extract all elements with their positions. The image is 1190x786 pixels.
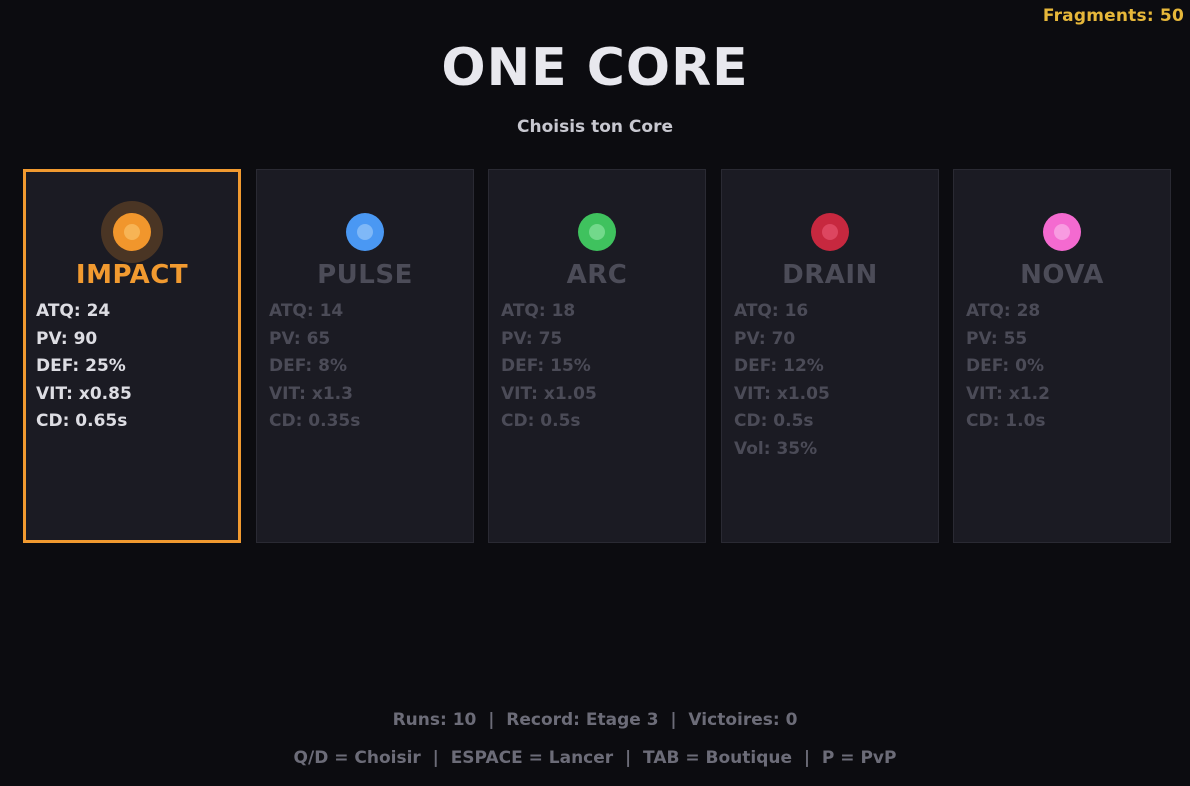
core-stat-line: ATQ: 18 xyxy=(501,301,576,321)
core-name: ARC xyxy=(566,260,628,290)
core-orb-icon xyxy=(1043,213,1081,251)
core-card-nova[interactable]: NOVA ATQ: 28 PV: 55 DEF: 0% VIT: x1.2 CD: 1.0… xyxy=(953,169,1171,543)
core-stat-line: ATQ: 14 xyxy=(269,301,344,321)
core-card-pulse[interactable]: PULSE ATQ: 14 PV: 65 DEF: 8% VIT: x1.3 CD: 0.… xyxy=(256,169,474,543)
core-stat-line: PV: 75 xyxy=(501,328,563,349)
core-stat-line: VIT: x1.2 xyxy=(966,383,1050,404)
core-stat-line: Vol: 35% xyxy=(734,438,818,459)
core-card-impact[interactable]: IMPACT ATQ: 24 PV: 90 DEF: 25% VIT: x0.85 CD:… xyxy=(23,169,241,543)
core-stat-line: DEF: 15% xyxy=(501,356,591,376)
core-stat-line: DEF: 25% xyxy=(36,356,126,376)
controls-help-line: Q/D = Choisir | ESPACE = Lancer | TAB = … xyxy=(293,748,897,768)
core-stat-line: CD: 1.0s xyxy=(966,411,1046,431)
core-stat-line: VIT: x1.05 xyxy=(734,383,830,404)
core-stats-list: ATQ: 16 PV: 70 DEF: 12% VIT: x1.05 CD: 0.5s V… xyxy=(734,298,830,463)
core-stat-line: VIT: x1.05 xyxy=(501,383,597,404)
fragments-counter: Fragments: 50 xyxy=(1042,6,1184,26)
core-stat-line: ATQ: 16 xyxy=(734,301,809,321)
core-stat-line: VIT: x0.85 xyxy=(36,383,132,404)
core-stat-line: CD: 0.5s xyxy=(734,411,814,431)
core-stat-line: CD: 0.5s xyxy=(501,411,581,431)
subtitle: Choisis ton Core xyxy=(517,117,673,137)
core-name: NOVA xyxy=(1020,260,1104,290)
core-stats-list: ATQ: 24 PV: 90 DEF: 25% VIT: x0.85 CD: 0.65s xyxy=(36,298,132,436)
core-card-arc[interactable]: ARC ATQ: 18 PV: 75 DEF: 15% VIT: x1.05 CD: 0.… xyxy=(488,169,706,543)
core-stat-line: PV: 65 xyxy=(269,328,331,349)
core-stats-list: ATQ: 28 PV: 55 DEF: 0% VIT: x1.2 CD: 1.0s xyxy=(966,298,1050,436)
core-orb-center xyxy=(589,224,605,240)
core-stat-line: DEF: 8% xyxy=(269,356,347,376)
core-orb-icon xyxy=(578,213,616,251)
core-cards: IMPACT ATQ: 24 PV: 90 DEF: 25% VIT: x0.85 CD:… xyxy=(23,169,1173,544)
core-stats-list: ATQ: 14 PV: 65 DEF: 8% VIT: x1.3 CD: 0.35s xyxy=(269,298,360,436)
core-stat-line: CD: 0.65s xyxy=(36,411,128,431)
core-stat-line: ATQ: 28 xyxy=(966,301,1041,321)
core-name: IMPACT xyxy=(75,260,189,290)
core-orb-center xyxy=(822,224,838,240)
run-stats-line: Runs: 10 | Record: Etage 3 | Victoires: … xyxy=(392,710,798,730)
core-stats-list: ATQ: 18 PV: 75 DEF: 15% VIT: x1.05 CD: 0.5s xyxy=(501,298,597,436)
core-orb-icon xyxy=(113,213,151,251)
core-stat-line: VIT: x1.3 xyxy=(269,383,353,404)
core-stat-line: DEF: 0% xyxy=(966,356,1044,376)
core-orb-center xyxy=(124,224,140,240)
core-orb-center xyxy=(1054,224,1070,240)
core-stat-line: DEF: 12% xyxy=(734,356,824,376)
core-name: PULSE xyxy=(317,260,413,290)
core-orb-icon xyxy=(346,213,384,251)
core-stat-line: CD: 0.35s xyxy=(269,411,361,431)
core-stat-line: PV: 90 xyxy=(36,328,98,349)
core-name: DRAIN xyxy=(782,260,878,290)
core-select-screen: Fragments: 50 ONE CORE Choisis ton Core … xyxy=(0,0,1190,786)
core-orb-icon xyxy=(811,213,849,251)
core-stat-line: ATQ: 24 xyxy=(36,301,111,321)
core-stat-line: PV: 70 xyxy=(734,328,796,349)
core-stat-line: PV: 55 xyxy=(966,328,1028,349)
core-card-drain[interactable]: DRAIN ATQ: 16 PV: 70 DEF: 12% VIT: x1.05 CD: … xyxy=(721,169,939,543)
core-orb-center xyxy=(357,224,373,240)
game-title: ONE CORE xyxy=(441,38,749,98)
